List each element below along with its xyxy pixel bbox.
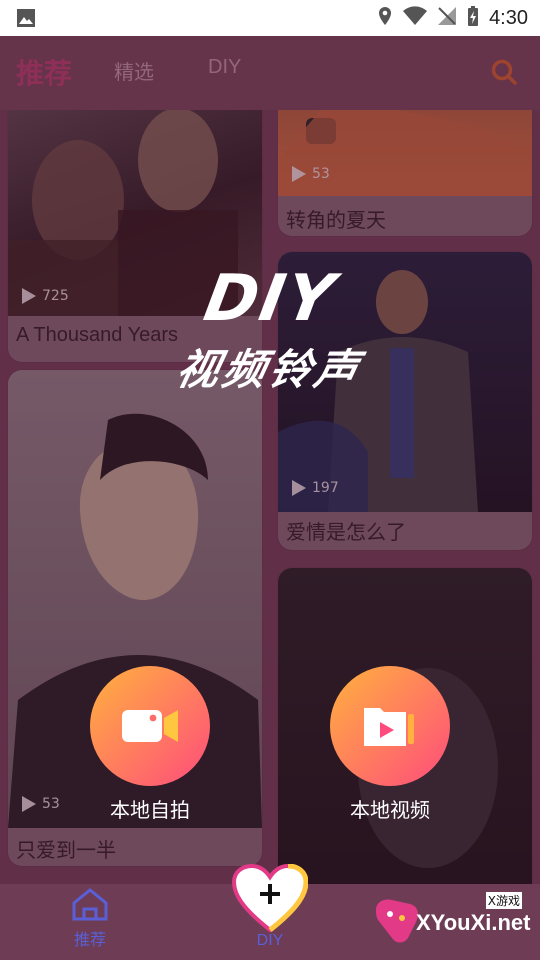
play-count: 53 [292,166,330,182]
clock: 4:30 [489,6,528,29]
play-count-value: 53 [42,796,60,812]
location-icon [377,6,393,30]
site-watermark: X游戏 XYouXi.net [366,892,531,952]
play-count: 197 [292,480,339,496]
nav-home-label: 推荐 [73,932,106,949]
status-bar: 4:30 [0,0,540,36]
video-card[interactable]: 197 爱情是怎么了 [278,252,532,550]
video-file-icon [330,666,450,786]
search-icon[interactable] [490,58,518,86]
nav-diy-label[interactable]: DIY [250,932,290,950]
video-card[interactable]: 53 转角的夏天 [278,110,532,236]
local-video-label: 本地视频 [350,800,430,822]
play-icon [292,166,306,182]
tab-recommended[interactable]: 推荐 [16,52,72,92]
tab-featured[interactable]: 精选 [114,56,154,85]
diy-heart-icon[interactable] [231,863,309,934]
video-camera-icon [90,666,210,786]
play-icon [22,796,36,812]
video-thumbnail [278,110,532,196]
video-thumbnail [278,252,532,512]
video-feed[interactable]: 725 A Thousand Years 53 转角的夏天 197 爱情是怎么了… [0,110,540,928]
nav-home[interactable]: 推荐 [70,887,110,950]
home-icon [70,887,110,926]
video-card[interactable]: 725 A Thousand Years [8,110,262,362]
image-notification-icon [16,8,36,28]
video-title: 只爱到一半 [16,840,116,862]
play-count-value: 197 [312,480,339,496]
main-screen: 推荐 精选 DIY 725 A Thousand Years 53 转角的夏天 … [0,36,540,960]
watermark-tag: X游戏 [485,892,522,909]
video-title: 爱情是怎么了 [286,522,406,544]
play-count-value: 53 [312,166,330,182]
no-signal-icon [437,6,457,30]
top-tab-bar: 推荐 精选 DIY [0,36,540,110]
tab-diy[interactable]: DIY [208,56,241,79]
play-count: 725 [22,288,69,304]
play-count: 53 [22,796,60,812]
bottom-nav: 推荐 DIY X游戏 XYouXi.net [0,863,540,960]
watermark-site: XYouXi.net [416,910,531,935]
wifi-icon [403,6,428,30]
local-video-button[interactable]: 本地视频 [330,666,450,823]
battery-charging-icon [467,5,479,31]
play-icon [22,288,36,304]
video-title: 转角的夏天 [286,210,386,232]
video-thumbnail [8,110,262,320]
play-count-value: 725 [42,288,69,304]
local-selfie-label: 本地自拍 [110,800,190,822]
play-icon [292,480,306,496]
local-selfie-button[interactable]: 本地自拍 [90,666,210,823]
video-title: A Thousand Years [16,324,178,346]
